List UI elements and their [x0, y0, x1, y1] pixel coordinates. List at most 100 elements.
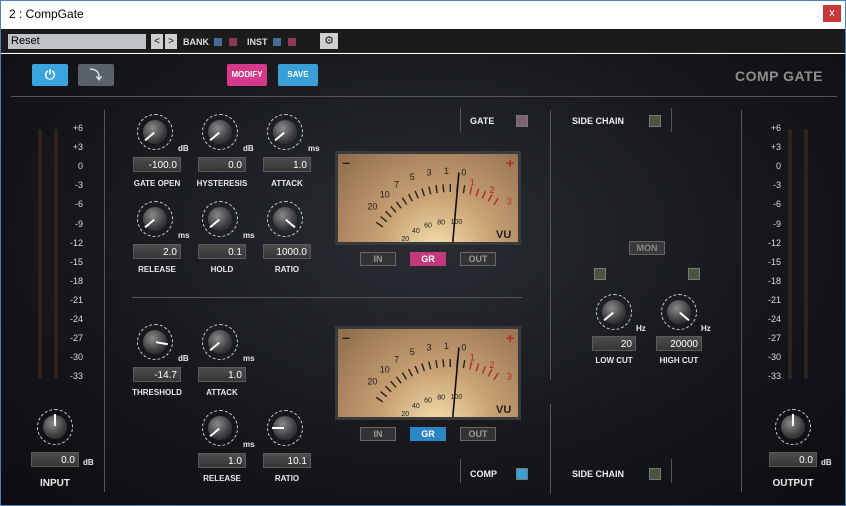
- comp-gr-button[interactable]: GR: [410, 427, 446, 441]
- sc-divider-c: [550, 404, 551, 494]
- gate-ratio-value[interactable]: 1000.0: [263, 244, 311, 259]
- output-meter-right: [804, 129, 808, 379]
- input-label: INPUT: [40, 478, 70, 489]
- vu-percent-label: 40: [412, 403, 420, 410]
- vu-percent-label: 100: [451, 394, 463, 401]
- modify-button[interactable]: MODIFY: [227, 64, 267, 86]
- sc-top-divider: [671, 108, 672, 132]
- prev-preset-button[interactable]: <: [151, 34, 163, 49]
- gate-in-button[interactable]: IN: [360, 252, 396, 266]
- output-meter-left: [788, 129, 792, 379]
- inst-red-toggle[interactable]: [288, 38, 296, 46]
- scale-tick: -18: [69, 275, 83, 286]
- hysteresis-unit: dB: [243, 144, 254, 153]
- vu-tick: [384, 385, 392, 393]
- comp-in-button[interactable]: IN: [360, 427, 396, 441]
- vu-tick: [493, 197, 499, 206]
- gate-enable-toggle[interactable]: [516, 115, 528, 127]
- gate-open-knob[interactable]: [137, 114, 173, 150]
- vu-face: 201075310123020406080100−+VU: [342, 330, 514, 417]
- vu-tick: [462, 185, 466, 194]
- scale-tick: +6: [770, 123, 781, 133]
- bank-red-toggle[interactable]: [229, 38, 237, 46]
- vu-face: 201075310123020406080100−+VU: [342, 155, 514, 242]
- hysteresis-knob[interactable]: [202, 114, 238, 150]
- vu-tick: [375, 396, 384, 403]
- input-value[interactable]: 0.0: [31, 452, 79, 467]
- gate-release-value[interactable]: 2.0: [133, 244, 181, 259]
- vu-tick: [384, 210, 392, 218]
- gate-ratio-knob[interactable]: [267, 201, 303, 237]
- hold-knob[interactable]: [202, 201, 238, 237]
- vu-tick: [487, 194, 493, 202]
- vu-tick-label: 5: [410, 347, 415, 357]
- low-cut-knob[interactable]: [596, 294, 632, 330]
- gate-title: GATE: [470, 116, 495, 126]
- inst-label: INST: [247, 37, 268, 47]
- comp-attack-value[interactable]: 1.0: [198, 367, 246, 382]
- scale-tick: -6: [74, 199, 83, 210]
- gear-icon[interactable]: ⚙: [320, 33, 338, 49]
- vu-tick: [428, 186, 432, 195]
- vu-tick-label: 0: [461, 168, 466, 178]
- gate-sidechain-toggle[interactable]: [649, 115, 661, 127]
- comp-release-value[interactable]: 1.0: [198, 453, 246, 468]
- low-cut-value[interactable]: 20: [592, 336, 636, 351]
- inst-blue-toggle[interactable]: [273, 38, 281, 46]
- output-value[interactable]: 0.0: [769, 452, 817, 467]
- gate-out-button[interactable]: OUT: [460, 252, 496, 266]
- comp-enable-toggle[interactable]: [516, 468, 528, 480]
- gate-attack-unit: ms: [308, 144, 320, 153]
- scale-tick: -6: [772, 199, 781, 210]
- gate-release-knob[interactable]: [137, 201, 173, 237]
- save-button[interactable]: SAVE: [278, 64, 318, 86]
- comp-ratio-value[interactable]: 10.1: [263, 453, 311, 468]
- comp-out-button[interactable]: OUT: [460, 427, 496, 441]
- gate-ratio-label: RATIO: [274, 265, 300, 274]
- threshold-unit: dB: [178, 354, 189, 363]
- hold-value[interactable]: 0.1: [198, 244, 246, 259]
- vu-tick: [407, 368, 413, 377]
- window-title: 2 : CompGate: [9, 7, 84, 21]
- comp-divider: [460, 459, 461, 483]
- scale-tick: -15: [767, 256, 781, 267]
- comp-sidechain-toggle[interactable]: [649, 468, 661, 480]
- gate-vu-meter: 201075310123020406080100−+VU: [335, 151, 521, 245]
- scale-tick: -12: [767, 237, 781, 248]
- mid-divider: [132, 297, 522, 298]
- hysteresis-value[interactable]: 0.0: [198, 157, 246, 172]
- input-knob[interactable]: [37, 409, 73, 445]
- high-cut-knob[interactable]: [661, 294, 697, 330]
- plugin-brand: COMP GATE: [735, 68, 823, 84]
- vu-tick: [442, 359, 445, 368]
- next-preset-button[interactable]: >: [165, 34, 177, 49]
- vu-tick: [421, 188, 426, 197]
- bank-blue-toggle[interactable]: [214, 38, 222, 46]
- sc-divider-a: [550, 110, 551, 222]
- input-unit: dB: [83, 458, 94, 467]
- gate-attack-value[interactable]: 1.0: [263, 157, 311, 172]
- output-knob[interactable]: [775, 409, 811, 445]
- low-cut-toggle[interactable]: [594, 268, 606, 280]
- high-cut-toggle[interactable]: [688, 268, 700, 280]
- vu-tick: [395, 201, 402, 209]
- bypass-icon[interactable]: ⤵: [78, 64, 114, 86]
- gate-gr-button[interactable]: GR: [410, 252, 446, 266]
- scale-tick: -30: [69, 352, 83, 363]
- close-button[interactable]: x: [823, 5, 841, 22]
- mon-button[interactable]: MON: [629, 241, 665, 255]
- preset-field[interactable]: Reset: [8, 34, 146, 49]
- threshold-value[interactable]: -14.7: [133, 367, 181, 382]
- high-cut-value[interactable]: 20000: [656, 336, 702, 351]
- hold-label: HOLD: [210, 265, 234, 274]
- comp-ratio-knob[interactable]: [267, 410, 303, 446]
- vu-percent-label: 60: [424, 397, 432, 404]
- comp-release-knob[interactable]: [202, 410, 238, 446]
- input-meter-left: [38, 129, 42, 379]
- gate-attack-knob[interactable]: [267, 114, 303, 150]
- comp-attack-knob[interactable]: [202, 324, 238, 360]
- vu-tick-label: 7: [394, 179, 399, 189]
- threshold-knob[interactable]: [137, 324, 173, 360]
- gate-open-value[interactable]: -100.0: [133, 157, 181, 172]
- power-icon[interactable]: ⏻: [32, 64, 68, 86]
